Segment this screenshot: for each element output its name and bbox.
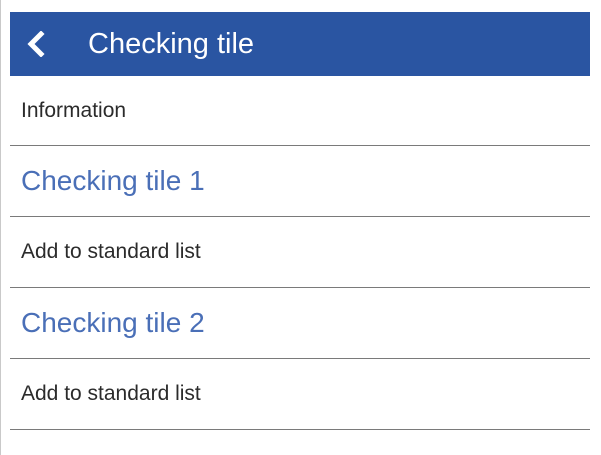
title-bar: Checking tile (10, 12, 590, 76)
tile-heading-2: Checking tile 2 (10, 288, 590, 359)
chevron-left-icon (27, 31, 45, 57)
tile-list: Information Checking tile 1 Add to stand… (10, 76, 590, 430)
add-to-standard-list-button-2[interactable]: Add to standard list (10, 359, 590, 430)
information-label: Information (10, 76, 590, 146)
add-to-standard-list-button-1[interactable]: Add to standard list (10, 217, 590, 288)
back-button[interactable] (10, 12, 62, 76)
page-title: Checking tile (88, 28, 255, 60)
app-screen: Checking tile Information Checking tile … (0, 0, 601, 455)
left-edge (0, 0, 10, 455)
tile-heading-1: Checking tile 1 (10, 146, 590, 217)
